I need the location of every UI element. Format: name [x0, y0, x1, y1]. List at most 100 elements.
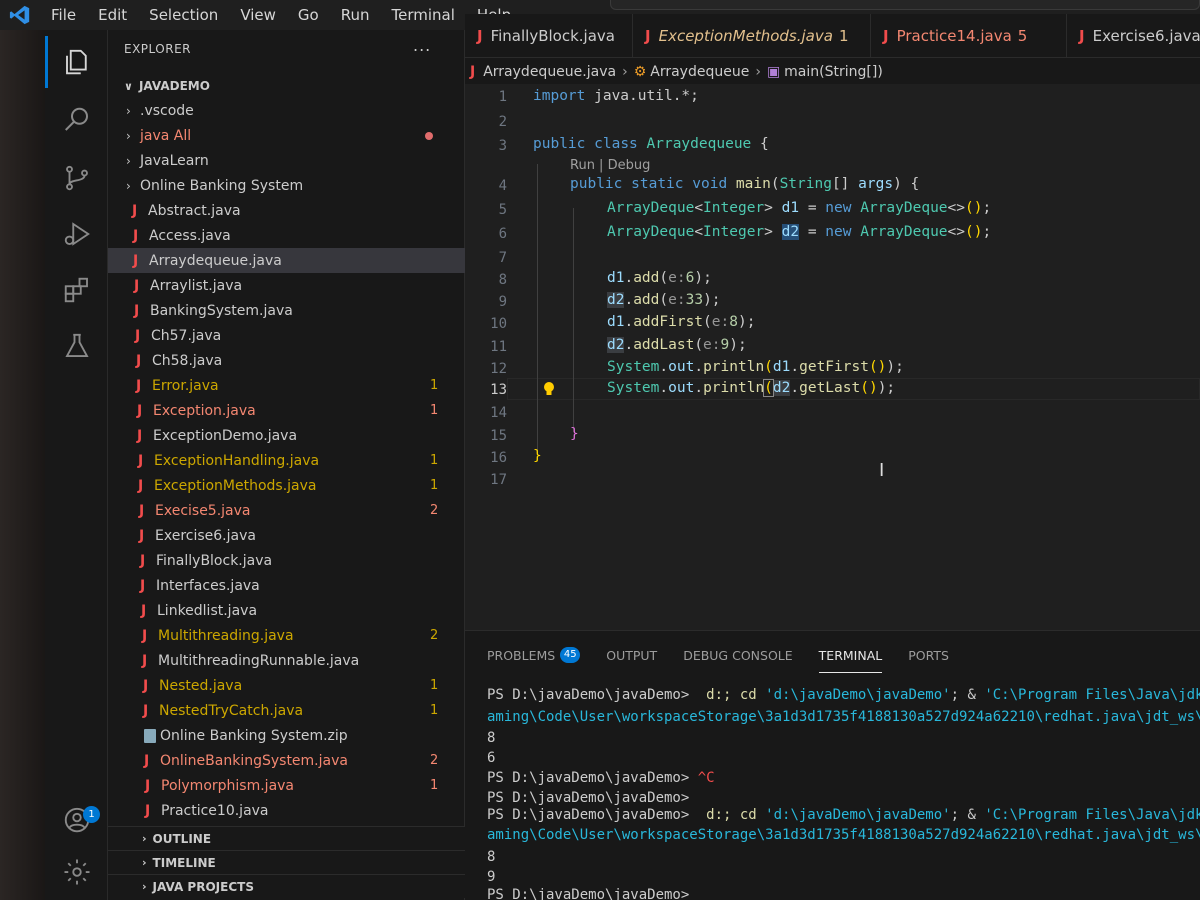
- tree-folder[interactable]: › .vscode: [108, 98, 465, 123]
- tab-debug-console[interactable]: DEBUG CONSOLE: [683, 643, 792, 667]
- tree-file[interactable]: J Error.java 1: [108, 373, 465, 398]
- tree-file[interactable]: J Ch58.java: [108, 348, 465, 373]
- line-number: 10: [490, 316, 507, 332]
- tree-file[interactable]: J Abstract.java: [108, 198, 465, 223]
- search-icon[interactable]: [45, 92, 108, 148]
- terminal-line[interactable]: aming\Code\User\workspaceStorage\3a1d3d1…: [487, 709, 1200, 725]
- tree-folder[interactable]: › java All: [108, 123, 465, 148]
- menu-view[interactable]: View: [229, 0, 287, 30]
- explorer-more-icon[interactable]: ...: [413, 36, 431, 55]
- menu-selection[interactable]: Selection: [138, 0, 229, 30]
- tree-file[interactable]: Online Banking System.zip: [108, 723, 465, 748]
- java-file-icon: J: [145, 802, 151, 819]
- java-file-icon: J: [470, 64, 476, 80]
- tree-file[interactable]: J Ch57.java: [108, 323, 465, 348]
- command-center[interactable]: [610, 0, 1200, 10]
- tree-file[interactable]: J Access.java: [108, 223, 465, 248]
- tree-file[interactable]: J ExceptionDemo.java: [108, 423, 465, 448]
- terminal-line[interactable]: aming\Code\User\workspaceStorage\3a1d3d1…: [487, 827, 1200, 843]
- tree-file[interactable]: J ExceptionMethods.java 1: [108, 473, 465, 498]
- java-file-icon: J: [140, 577, 146, 594]
- tree-file[interactable]: J Multithreading.java 2: [108, 623, 465, 648]
- terminal-line[interactable]: PS D:\javaDemo\javaDemo>: [487, 887, 1200, 900]
- menu-terminal[interactable]: Terminal: [381, 0, 466, 30]
- code-line: public static void main(String[] args) {: [570, 176, 920, 192]
- tab-exceptionmethods[interactable]: J ExceptionMethods.java 1: [633, 14, 871, 58]
- code-line: import java.util.*;: [533, 88, 699, 104]
- java-file-icon: J: [132, 202, 138, 219]
- tab-practice14[interactable]: J Practice14.java 5: [871, 14, 1067, 58]
- code-editor[interactable]: 1 2 3 4 5 6 7 8 9 10 11 12 13 14 15 16 1…: [465, 84, 1200, 630]
- tree-folder[interactable]: › Online Banking System: [108, 173, 465, 198]
- source-control-icon[interactable]: [45, 150, 108, 206]
- accounts-icon[interactable]: 1: [45, 792, 108, 848]
- java-file-icon: J: [141, 602, 147, 619]
- section-outline[interactable]: › OUTLINE: [108, 826, 465, 850]
- vscode-logo-icon[interactable]: [0, 0, 40, 30]
- terminal-line[interactable]: 8: [487, 730, 1200, 746]
- breadcrumb-file[interactable]: Arraydequeue.java: [483, 64, 616, 80]
- code-line: ArrayDeque<Integer> d1 = new ArrayDeque<…: [607, 200, 992, 216]
- terminal-line[interactable]: PS D:\javaDemo\javaDemo> d:; cd 'd:\java…: [487, 687, 1200, 703]
- tree-file[interactable]: J Exercise6.java: [108, 523, 465, 548]
- tree-file[interactable]: J ExceptionHandling.java 1: [108, 448, 465, 473]
- terminal-line[interactable]: 8: [487, 849, 1200, 865]
- tab-terminal[interactable]: TERMINAL: [818, 643, 882, 673]
- tree-item-label: Linkedlist.java: [157, 602, 258, 619]
- line-number: 3: [498, 138, 507, 154]
- tree-file[interactable]: J Execise5.java 2: [108, 498, 465, 523]
- line-number: 15: [490, 428, 507, 444]
- settings-gear-icon[interactable]: [45, 844, 108, 900]
- tree-file[interactable]: J Arraydequeue.java: [108, 248, 465, 273]
- tree-file[interactable]: J FinallyBlock.java: [108, 548, 465, 573]
- tree-file[interactable]: J Polymorphism.java 1: [108, 773, 465, 798]
- tab-exercise6[interactable]: J Exercise6.java: [1067, 14, 1200, 58]
- terminal-line[interactable]: 9: [487, 869, 1200, 885]
- terminal-line[interactable]: 6: [487, 750, 1200, 766]
- tree-file[interactable]: J Linkedlist.java: [108, 598, 465, 623]
- chevron-right-icon: ›: [126, 103, 131, 118]
- breadcrumb-method[interactable]: main(String[]): [784, 64, 883, 80]
- tree-file[interactable]: J OnlineBankingSystem.java 2: [108, 748, 465, 773]
- project-folder-header[interactable]: ∨ JAVADEMO: [108, 74, 465, 98]
- tab-label: PROBLEMS: [487, 647, 556, 663]
- tree-file[interactable]: J Exception.java 1: [108, 398, 465, 423]
- tree-file[interactable]: J Interfaces.java: [108, 573, 465, 598]
- section-timeline[interactable]: › TIMELINE: [108, 850, 465, 874]
- line-number: 12: [490, 361, 507, 377]
- menu-edit[interactable]: Edit: [87, 0, 138, 30]
- code-line: d1.add(e:6);: [607, 270, 712, 286]
- run-debug-icon[interactable]: [45, 206, 108, 262]
- terminal-line[interactable]: PS D:\javaDemo\javaDemo> d:; cd 'd:\java…: [487, 807, 1200, 823]
- run-debug-codelens[interactable]: Run | Debug: [570, 158, 650, 173]
- tree-file[interactable]: J NestedTryCatch.java 1: [108, 698, 465, 723]
- tab-finallyblock[interactable]: J FinallyBlock.java: [465, 14, 633, 58]
- tree-file[interactable]: J MultithreadingRunnable.java: [108, 648, 465, 673]
- tab-ports[interactable]: PORTS: [908, 643, 949, 667]
- explorer-icon[interactable]: [45, 34, 108, 90]
- project-name: JAVADEMO: [138, 79, 210, 93]
- menu-run[interactable]: Run: [330, 0, 381, 30]
- tree-file[interactable]: J Practice10.java: [108, 798, 465, 823]
- tree-file[interactable]: J Nested.java 1: [108, 673, 465, 698]
- terminal-line[interactable]: PS D:\javaDemo\javaDemo>: [487, 790, 1200, 806]
- problem-count-badge: 1: [430, 453, 439, 468]
- tree-file[interactable]: J BankingSystem.java: [108, 298, 465, 323]
- tree-item-label: Arraylist.java: [150, 277, 243, 294]
- section-java-projects[interactable]: › JAVA PROJECTS: [108, 874, 465, 898]
- menu-go[interactable]: Go: [287, 0, 330, 30]
- tab-output[interactable]: OUTPUT: [606, 643, 657, 667]
- terminal-line[interactable]: PS D:\javaDemo\javaDemo> ^C: [487, 770, 1200, 786]
- tree-folder[interactable]: › JavaLearn: [108, 148, 465, 173]
- tab-problems[interactable]: PROBLEMS 45: [487, 643, 581, 667]
- tree-file[interactable]: J Arraylist.java: [108, 273, 465, 298]
- tree-item-label: BankingSystem.java: [150, 302, 293, 319]
- breadcrumb-class[interactable]: Arraydequeue: [650, 64, 749, 80]
- lightbulb-icon[interactable]: [541, 380, 557, 398]
- menu-file[interactable]: File: [40, 0, 87, 30]
- testing-icon[interactable]: [45, 318, 108, 374]
- chevron-right-icon: ›: [755, 64, 761, 80]
- extensions-icon[interactable]: [45, 262, 108, 318]
- tree-item-label: java All: [140, 127, 192, 144]
- tab-badge: 5: [1017, 27, 1028, 45]
